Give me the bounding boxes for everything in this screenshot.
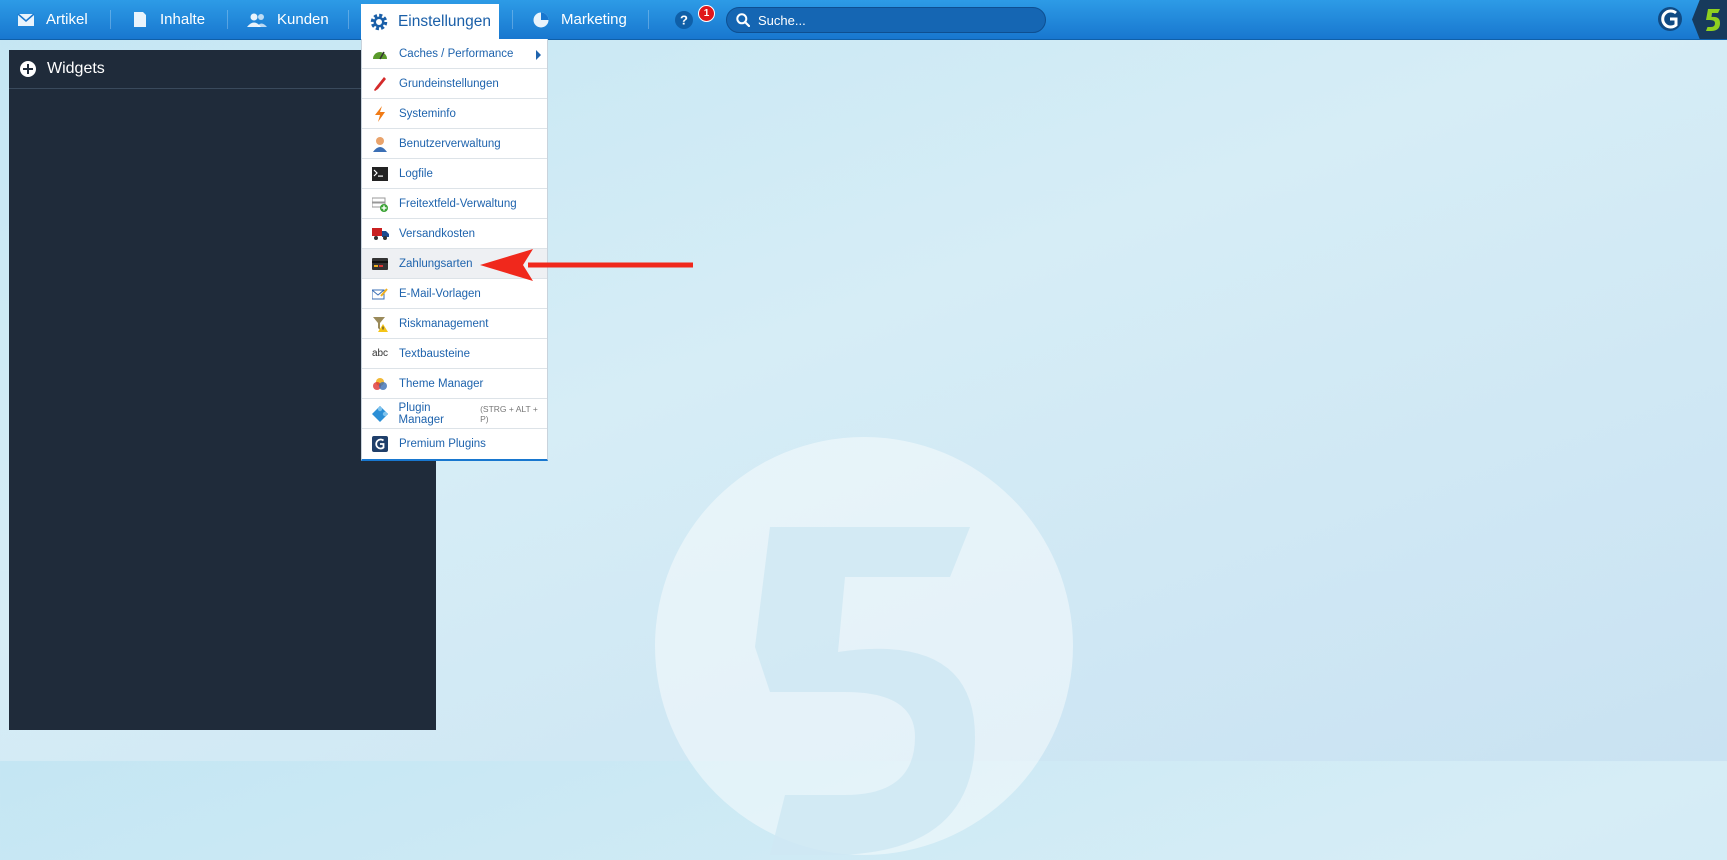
users-icon	[247, 10, 267, 30]
nav-einstellungen-label: Einstellungen	[397, 12, 492, 30]
menu-item-e-mail-vorlagen[interactable]: E-Mail-Vorlagen	[362, 279, 547, 309]
speedometer-icon	[371, 46, 389, 62]
mail-icon	[16, 10, 36, 30]
nav-kunden[interactable]: Kunden	[247, 0, 329, 39]
menu-item-textbausteine[interactable]: abc Textbausteine	[362, 339, 547, 369]
lightning-icon	[371, 105, 389, 122]
menu-item-label: Zahlungsarten	[399, 257, 473, 270]
shopware-5-watermark	[655, 437, 1073, 855]
help-icon[interactable]: ?	[674, 10, 694, 30]
menu-item-label: Benutzerverwaltung	[399, 137, 501, 150]
nav-inhalte[interactable]: Inhalte	[130, 0, 205, 39]
nav-divider	[348, 10, 349, 29]
risk-filter-icon	[371, 316, 389, 332]
annotation-arrow-icon	[478, 247, 698, 283]
nav-einstellungen[interactable]: Einstellungen	[361, 4, 499, 39]
menu-item-label: Textbausteine	[399, 347, 470, 360]
nav-marketing-label: Marketing	[561, 11, 627, 28]
nav-artikel[interactable]: Artikel	[16, 0, 88, 39]
shopware-logo-icon[interactable]	[1657, 6, 1683, 32]
menu-item-label: Theme Manager	[399, 377, 484, 390]
nav-divider	[648, 10, 649, 29]
menu-item-caches-performance[interactable]: Caches / Performance	[362, 39, 547, 69]
nav-marketing[interactable]: Marketing	[531, 0, 627, 39]
menu-item-grundeinstellungen[interactable]: Grundeinstellungen	[362, 69, 547, 99]
nav-artikel-label: Artikel	[46, 11, 88, 28]
menu-item-label: E-Mail-Vorlagen	[399, 287, 481, 300]
keyboard-shortcut-hint: (STRG + ALT + P)	[480, 403, 538, 424]
gear-icon	[369, 12, 389, 32]
wrench-icon	[371, 76, 389, 92]
version-5-logo-icon[interactable]	[1692, 0, 1727, 39]
menu-item-logfile[interactable]: Logfile	[362, 159, 547, 189]
menu-item-premium-plugins[interactable]: Premium Plugins	[362, 429, 547, 459]
terminal-icon	[371, 166, 389, 182]
form-add-icon	[371, 196, 389, 212]
credit-card-icon	[371, 256, 389, 272]
menu-item-label: Logfile	[399, 167, 433, 180]
svg-text:?: ?	[680, 13, 688, 28]
top-navigation-bar: Artikel Inhalte Kunden Einstellungen Mar…	[0, 0, 1727, 40]
search-icon	[736, 13, 750, 27]
user-icon	[371, 136, 389, 152]
menu-item-label: Riskmanagement	[399, 317, 489, 330]
menu-item-freitextfeld-verwaltung[interactable]: Freitextfeld-Verwaltung	[362, 189, 547, 219]
menu-item-riskmanagement[interactable]: Riskmanagement	[362, 309, 547, 339]
nav-divider	[512, 10, 513, 29]
nav-divider	[227, 10, 228, 29]
menu-item-label: Caches / Performance	[399, 47, 514, 60]
truck-icon	[371, 226, 389, 242]
menu-item-label: Premium Plugins	[399, 438, 486, 450]
abc-icon: abc	[371, 348, 389, 359]
document-icon	[130, 10, 150, 30]
menu-item-label: Systeminfo	[399, 107, 456, 120]
menu-item-label: Versandkosten	[399, 227, 476, 240]
search-bar[interactable]	[726, 7, 1046, 33]
add-widget-icon[interactable]	[19, 60, 37, 78]
puzzle-icon	[371, 405, 389, 422]
submenu-arrow-icon	[536, 50, 541, 60]
shopware-icon	[371, 436, 389, 452]
notification-badge[interactable]: 1	[698, 5, 715, 22]
nav-inhalte-label: Inhalte	[160, 11, 206, 28]
menu-item-label: Plugin Manager	[398, 401, 444, 426]
menu-item-systeminfo[interactable]: Systeminfo	[362, 99, 547, 129]
color-circles-icon	[371, 376, 389, 392]
menu-item-plugin-manager[interactable]: Plugin Manager (STRG + ALT + P)	[362, 399, 547, 429]
menu-item-benutzerverwaltung[interactable]: Benutzerverwaltung	[362, 129, 547, 159]
menu-item-label: Freitextfeld-Verwaltung	[399, 197, 517, 210]
menu-item-label: Grundeinstellungen	[399, 77, 499, 90]
pie-chart-icon	[531, 10, 551, 30]
menu-item-versandkosten[interactable]: Versandkosten	[362, 219, 547, 249]
search-input[interactable]	[756, 11, 1040, 29]
mail-edit-icon	[371, 286, 389, 302]
menu-item-theme-manager[interactable]: Theme Manager	[362, 369, 547, 399]
widgets-title: Widgets	[47, 60, 105, 77]
nav-kunden-label: Kunden	[277, 11, 329, 28]
nav-divider	[110, 10, 111, 29]
